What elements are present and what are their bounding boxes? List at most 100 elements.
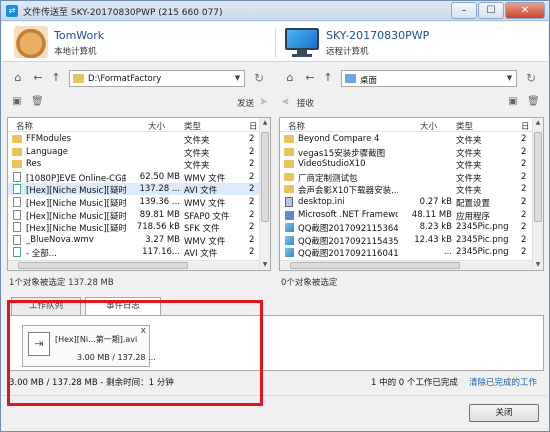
- table-row[interactable]: [1080P]EVE Online-CG曲... 62.50 MB WMV 文件 2: [8, 171, 270, 184]
- col-size[interactable]: 大小: [420, 120, 437, 132]
- cell-date: 2: [249, 234, 255, 245]
- title-bar[interactable]: ⇄ 文件传送至 SKY-20170830PWP (215 660 077) – …: [1, 1, 549, 21]
- refresh-icon[interactable]: ↻: [524, 71, 538, 85]
- cell-size: 139.36 ...: [139, 197, 180, 207]
- cell-name: Beyond Compare 4: [298, 134, 380, 144]
- file-icon: [13, 197, 21, 207]
- remote-navbar: ⌂ ← ↑ 桌面 ▼ ↻: [279, 69, 544, 87]
- cell-size: 137.28 ...: [139, 184, 180, 195]
- scrollbar-thumb[interactable]: [261, 132, 269, 222]
- cell-date: 2: [249, 146, 255, 157]
- remote-path-text: 桌面: [360, 76, 378, 86]
- cell-name: [1080P]EVE Online-CG曲...: [26, 173, 126, 184]
- scroll-up-icon[interactable]: ▲: [533, 118, 543, 128]
- local-path-text: D:\FormatFactory: [88, 74, 162, 84]
- col-date[interactable]: 日: [521, 120, 530, 132]
- send-button[interactable]: 发送: [237, 97, 254, 109]
- col-date[interactable]: 日: [249, 120, 258, 132]
- scrollbar-thumb[interactable]: [18, 262, 188, 269]
- table-row[interactable]: desktop.ini 0.27 kB 配置设置 2: [280, 196, 543, 209]
- chevron-down-icon[interactable]: ▼: [231, 71, 244, 86]
- chevron-down-icon[interactable]: ▼: [503, 71, 516, 86]
- col-type[interactable]: 类型: [456, 120, 473, 132]
- cell-name: QQ截图20170921153648.p...: [298, 224, 398, 235]
- clear-completed-link[interactable]: 清除已完成的工作: [469, 376, 537, 388]
- maximize-button[interactable]: ☐: [478, 2, 504, 19]
- header-divider: [275, 28, 276, 58]
- cell-name: VideoStudioX10: [298, 159, 366, 170]
- minimize-button[interactable]: –: [451, 2, 477, 19]
- new-folder-icon[interactable]: ▣: [507, 96, 519, 108]
- table-row[interactable]: FFModules 文件夹 2: [8, 133, 270, 146]
- table-row[interactable]: [Hex][Niche Music][疑时... 137.28 ... AVI 文件…: [8, 183, 270, 196]
- table-row[interactable]: vegas15安装步骤截图 文件夹 2: [280, 146, 543, 159]
- cell-size: 0.27 kB: [419, 197, 452, 207]
- cell-name: Language: [26, 146, 68, 157]
- table-row[interactable]: VideoStudioX10 文件夹 2: [280, 158, 543, 171]
- remote-pane: ⌂ ← ↑ 桌面 ▼ ↻ ➤ 接收 ▣ 🗑 名称 大小 类型 日 Beyond …: [279, 63, 544, 295]
- file-icon: [285, 248, 294, 258]
- cell-type: 文件夹: [184, 148, 210, 159]
- col-name[interactable]: 名称: [16, 120, 33, 132]
- cell-type: SFAP0 文件: [184, 211, 230, 222]
- vertical-scrollbar[interactable]: ▲ ▼: [532, 118, 543, 270]
- remote-path-input[interactable]: 桌面 ▼: [341, 70, 517, 87]
- cell-type: 文件夹: [184, 136, 210, 146]
- local-path-input[interactable]: D:\FormatFactory ▼: [69, 70, 245, 87]
- local-computer-name: TomWork: [54, 29, 105, 42]
- delete-icon[interactable]: 🗑: [527, 96, 540, 108]
- col-name[interactable]: 名称: [288, 120, 305, 132]
- local-file-list: 名称 大小 类型 日 FFModules 文件夹 2 Language 文件夹 2 Res 文…: [7, 117, 271, 271]
- remote-file-list: 名称 大小 类型 日 Beyond Compare 4 文件夹 2 vegas15安装…: [279, 117, 544, 271]
- cell-type: WMV 文件: [184, 173, 226, 184]
- table-row[interactable]: - 全部... 117.16... AVI 文件 2: [8, 246, 270, 259]
- close-window-button[interactable]: ✕: [505, 2, 545, 19]
- table-row[interactable]: Microsoft .NET Framewor... 48.11 MB 应用程序 2: [280, 209, 543, 222]
- table-row[interactable]: Res 文件夹 2: [8, 158, 270, 171]
- delete-icon[interactable]: 🗑: [31, 96, 44, 108]
- table-row[interactable]: _BlueNova.wmv 3.27 MB WMV 文件 2: [8, 234, 270, 247]
- table-row[interactable]: [Hex][Niche Music][疑时... 89.81 MB SFAP0 文件…: [8, 209, 270, 222]
- receive-button[interactable]: 接收: [297, 97, 314, 109]
- remote-computer-label: 远程计算机: [326, 47, 369, 57]
- up-arrow-icon[interactable]: ↑: [49, 71, 63, 85]
- col-type[interactable]: 类型: [184, 120, 201, 132]
- new-folder-icon[interactable]: ▣: [11, 96, 23, 108]
- cell-name: QQ截图20170921154350.p...: [298, 236, 398, 247]
- horizontal-scrollbar[interactable]: [8, 260, 259, 270]
- scroll-down-icon[interactable]: ▼: [533, 260, 543, 270]
- table-row[interactable]: 厂商定制测试包 文件夹 2: [280, 171, 543, 184]
- up-arrow-icon[interactable]: ↑: [321, 71, 335, 85]
- send-arrow-icon[interactable]: ➤: [259, 95, 268, 108]
- cell-size: 62.50 MB: [139, 171, 180, 182]
- local-selection-status: 1个对象被选定 137.28 MB: [9, 278, 114, 288]
- local-toolbar: ▣ 🗑 发送 ➤: [7, 95, 271, 111]
- table-row[interactable]: QQ截图20170921153648.p... 8.23 kB 2345Pic.pn…: [280, 221, 543, 235]
- cell-date: 2: [249, 247, 255, 258]
- table-row[interactable]: QQ截图20170921154350.p... 12.43 kB 2345Pic.p…: [280, 234, 543, 247]
- back-arrow-icon[interactable]: ←: [31, 71, 45, 85]
- scrollbar-thumb[interactable]: [290, 262, 460, 269]
- horizontal-scrollbar[interactable]: [280, 260, 532, 270]
- table-row[interactable]: Beyond Compare 4 文件夹 2: [280, 133, 543, 146]
- back-arrow-icon[interactable]: ←: [303, 71, 317, 85]
- remote-computer-name: SKY-20170830PWP: [326, 29, 430, 42]
- folder-icon: [12, 160, 22, 169]
- scroll-up-icon[interactable]: ▲: [260, 118, 270, 128]
- cell-name: Res: [26, 159, 42, 170]
- col-size[interactable]: 大小: [148, 120, 165, 132]
- home-icon[interactable]: ⌂: [11, 71, 25, 85]
- close-button[interactable]: 关闭: [469, 404, 539, 422]
- vertical-scrollbar[interactable]: ▲ ▼: [259, 118, 270, 270]
- table-row[interactable]: Language 文件夹 2: [8, 146, 270, 159]
- table-row[interactable]: [Hex][Niche Music][疑时... 718.56 kB SFK 文件 2: [8, 221, 270, 234]
- receive-arrow-icon[interactable]: ➤: [281, 95, 290, 108]
- table-row[interactable]: [Hex][Niche Music][疑时... 139.36 ... WMV 文件…: [8, 196, 270, 209]
- scroll-down-icon[interactable]: ▼: [260, 260, 270, 270]
- scrollbar-thumb[interactable]: [534, 132, 542, 222]
- cell-name: desktop.ini: [298, 197, 345, 207]
- table-row[interactable]: 会声会影X10下载器安装... 文件夹 2: [280, 183, 543, 196]
- refresh-icon[interactable]: ↻: [252, 71, 266, 85]
- home-icon[interactable]: ⌂: [283, 71, 297, 85]
- table-row[interactable]: QQ截图20170921160418.p...... 2345Pic.png 2: [280, 246, 543, 259]
